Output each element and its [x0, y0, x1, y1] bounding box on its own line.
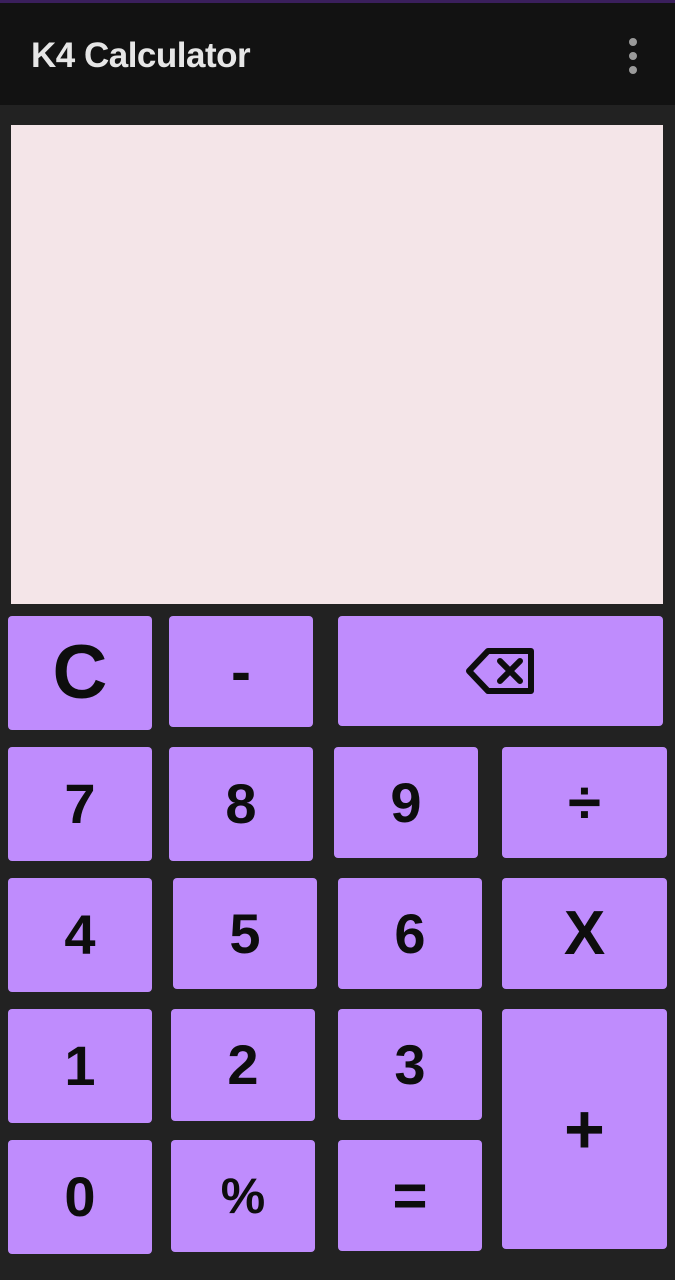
digit-7-label: 7 — [64, 772, 96, 835]
digit-9-label: 9 — [390, 770, 422, 834]
plus-button-label: + — [564, 1090, 605, 1168]
digit-1-label: 1 — [64, 1034, 96, 1097]
digit-0-label: 0 — [64, 1165, 96, 1228]
multiply-button-label: X — [563, 898, 606, 968]
equals-button[interactable]: = — [338, 1140, 482, 1251]
minus-button-label: - — [231, 637, 251, 705]
divide-button[interactable]: ÷ — [502, 747, 667, 858]
calculator-display[interactable] — [11, 125, 663, 604]
digit-4-button[interactable]: 4 — [8, 878, 152, 992]
digit-6-button[interactable]: 6 — [338, 878, 482, 989]
digit-3-button[interactable]: 3 — [338, 1009, 482, 1120]
digit-5-label: 5 — [229, 901, 261, 965]
clear-button-label: C — [52, 630, 108, 715]
digit-9-button[interactable]: 9 — [334, 747, 478, 858]
digit-6-label: 6 — [394, 901, 426, 965]
multiply-button[interactable]: X — [502, 878, 667, 989]
digit-1-button[interactable]: 1 — [8, 1009, 152, 1123]
digit-0-button[interactable]: 0 — [8, 1140, 152, 1254]
equals-button-label: = — [392, 1161, 428, 1229]
backspace-icon — [465, 648, 534, 694]
app-title: K4 Calculator — [31, 36, 251, 75]
backspace-button[interactable] — [338, 616, 663, 726]
digit-3-label: 3 — [394, 1032, 426, 1096]
more-options-button[interactable] — [612, 33, 654, 79]
divide-button-label: ÷ — [568, 768, 601, 836]
percent-button[interactable]: % — [171, 1140, 315, 1252]
clear-button[interactable]: C — [8, 616, 152, 730]
percent-button-label: % — [220, 1168, 266, 1224]
digit-8-label: 8 — [225, 772, 257, 835]
app-bar: K4 Calculator — [0, 3, 675, 105]
digit-5-button[interactable]: 5 — [173, 878, 317, 989]
digit-4-label: 4 — [64, 903, 96, 966]
digit-2-button[interactable]: 2 — [171, 1009, 315, 1121]
minus-button[interactable]: - — [169, 616, 313, 727]
digit-8-button[interactable]: 8 — [169, 747, 313, 861]
plus-button[interactable]: + — [502, 1009, 667, 1249]
digit-2-label: 2 — [227, 1033, 259, 1096]
digit-7-button[interactable]: 7 — [8, 747, 152, 861]
